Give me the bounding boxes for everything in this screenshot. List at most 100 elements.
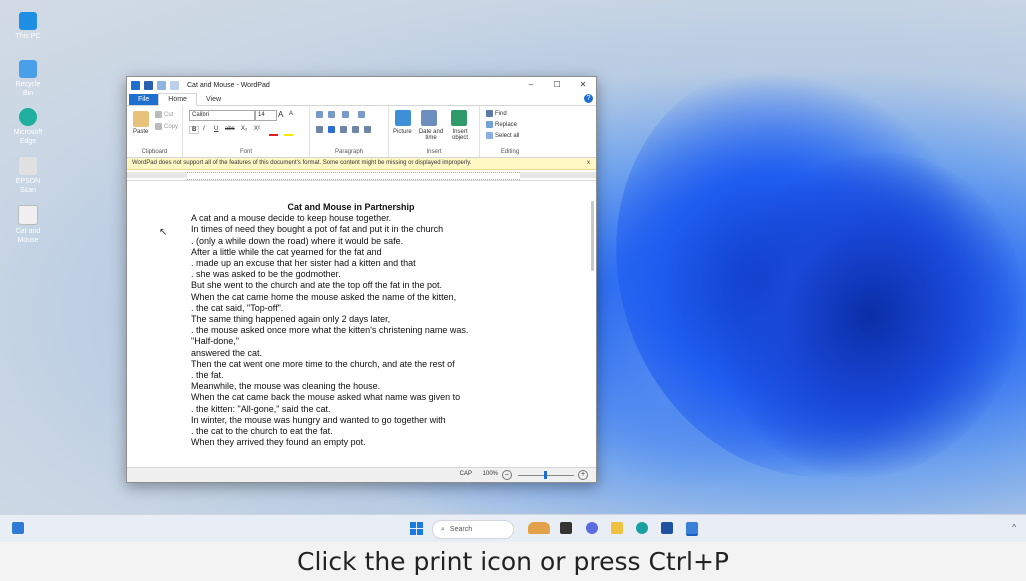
edge-icon[interactable]	[636, 522, 648, 534]
zoom-slider-thumb[interactable]	[544, 471, 547, 479]
title-bar[interactable]: Cat and Mouse - WordPad – ☐ ✕	[127, 77, 596, 93]
document-line: A cat and a mouse decide to keep house t…	[191, 213, 392, 224]
replace-button[interactable]: Replace	[486, 121, 517, 128]
document-body[interactable]: Cat and Mouse in Partnership A cat and a…	[191, 202, 511, 448]
font-size-select[interactable]: 14	[255, 110, 277, 121]
start-button[interactable]	[410, 522, 423, 535]
landscape-icon[interactable]	[528, 522, 550, 534]
chat-icon[interactable]	[586, 522, 598, 534]
ruler[interactable]	[127, 170, 596, 181]
align-right-icon[interactable]	[340, 126, 347, 133]
zoom-level: 100%	[482, 471, 498, 477]
desktop-icon-recycle-bin[interactable]: Recycle Bin	[10, 60, 46, 98]
shrink-font-button[interactable]: A	[289, 111, 293, 117]
document-line: . the kitten: "All-gone," said the cat.	[191, 403, 331, 414]
widgets-icon[interactable]	[12, 522, 24, 534]
highlight-icon[interactable]	[284, 125, 293, 136]
justify-icon[interactable]	[352, 126, 359, 133]
chevron-up-icon[interactable]: ^	[1012, 523, 1016, 532]
cut-button[interactable]: Cut	[155, 111, 173, 118]
document-line: But she went to the church and ate the t…	[191, 280, 443, 291]
desktop-icon-this-pc[interactable]: This PC	[10, 12, 46, 41]
picture-icon[interactable]	[395, 110, 411, 126]
align-center-icon[interactable]	[328, 126, 335, 133]
copy-button[interactable]: Copy	[155, 123, 178, 130]
tab-file[interactable]: File	[129, 94, 159, 105]
align-left-icon[interactable]	[316, 126, 323, 133]
date-time-button[interactable]: Date and time	[416, 129, 446, 141]
tab-view[interactable]: View	[197, 94, 230, 105]
calendar-icon[interactable]	[421, 110, 437, 126]
vertical-scrollbar[interactable]	[591, 201, 594, 271]
document-line: Meanwhile, the mouse was cleaning the ho…	[191, 381, 381, 392]
paste-button[interactable]: Paste	[133, 129, 148, 135]
paste-icon[interactable]	[133, 111, 149, 127]
store-icon[interactable]	[661, 522, 673, 534]
caps-lock-indicator: CAP	[459, 471, 472, 477]
file-explorer-icon[interactable]	[611, 522, 623, 534]
wordpad-taskbar-icon[interactable]	[686, 522, 698, 536]
document-line: . the cat to the church to eat the fat.	[191, 426, 333, 437]
line-spacing-icon[interactable]	[358, 111, 365, 118]
warning-message: WordPad does not support all of the feat…	[132, 160, 472, 166]
select-all-button[interactable]: Select all	[486, 132, 519, 139]
help-icon[interactable]: ?	[584, 94, 593, 103]
italic-button[interactable]: I	[203, 126, 205, 132]
text-color-icon[interactable]	[269, 125, 278, 136]
increase-indent-icon[interactable]	[328, 111, 335, 118]
document-area[interactable]: ↖ Cat and Mouse in Partnership A cat and…	[127, 197, 596, 468]
maximize-button[interactable]: ☐	[544, 77, 570, 93]
edge-icon	[19, 108, 37, 126]
tab-home[interactable]: Home	[158, 93, 197, 106]
group-label: Paragraph	[334, 149, 364, 155]
search-icon: ⌕	[441, 526, 445, 533]
document-line: . the cat said, "Top-off".	[191, 302, 284, 313]
save-icon[interactable]	[144, 80, 153, 90]
picture-button[interactable]: Picture	[393, 129, 412, 135]
document-line: In winter, the mouse was hungry and want…	[191, 414, 446, 425]
document-line: In times of need they bought a pot of fa…	[191, 224, 444, 235]
paragraph-icon[interactable]	[364, 126, 371, 133]
subscript-button[interactable]: X₂	[241, 126, 247, 132]
document-line: . the fat.	[191, 370, 224, 381]
redo-icon[interactable]	[170, 80, 179, 90]
wordpad-app-icon	[131, 80, 140, 90]
underline-button[interactable]: U	[214, 126, 218, 132]
minimize-button[interactable]: –	[518, 77, 544, 93]
mouse-cursor-icon: ↖	[159, 227, 168, 238]
decrease-indent-icon[interactable]	[316, 111, 323, 118]
desktop-icon-epson-scan[interactable]: EPSON Scan	[10, 157, 46, 195]
ruler-margin	[127, 172, 187, 178]
search-placeholder: Search	[449, 526, 473, 533]
find-button[interactable]: Find	[486, 110, 507, 117]
document-line: answered the cat.	[191, 347, 263, 358]
group-label: Font	[239, 149, 252, 155]
zoom-out-button[interactable]: –	[502, 470, 512, 480]
desktop-icon-edge[interactable]: Microsoft Edge	[10, 108, 46, 146]
superscript-button[interactable]: X²	[254, 126, 260, 132]
close-button[interactable]: ✕	[570, 77, 596, 93]
desktop-icon-cat-and-mouse[interactable]: Cat and Mouse	[10, 205, 46, 245]
insert-object-button[interactable]: Insert object	[447, 129, 473, 141]
list-icon[interactable]	[342, 111, 349, 118]
dismiss-warning-button[interactable]: x	[587, 158, 590, 169]
document-line: . the mouse asked once more what the kit…	[191, 325, 469, 336]
zoom-in-button[interactable]: +	[578, 470, 588, 480]
group-label: Clipboard	[141, 149, 168, 155]
document-line: . (only a while down the road) where it …	[191, 235, 404, 246]
document-line: When the cat came back the mouse asked w…	[191, 392, 461, 403]
insert-object-icon[interactable]	[451, 110, 467, 126]
grow-font-button[interactable]: A	[278, 110, 283, 119]
taskbar: ⌕ Search ^	[0, 514, 1026, 542]
bold-button[interactable]: B	[189, 126, 200, 134]
document-lines: A cat and a mouse decide to keep house t…	[191, 213, 511, 448]
task-view-icon[interactable]	[560, 522, 572, 534]
font-family-select[interactable]: Calibri	[189, 110, 255, 121]
taskbar-search[interactable]: ⌕ Search	[432, 520, 514, 539]
clipboard-group: Paste Cut Copy Clipboard	[127, 106, 183, 157]
strikethrough-button[interactable]: abc	[225, 126, 235, 132]
binoculars-icon	[486, 110, 493, 117]
status-bar: CAP 100% – +	[127, 467, 596, 482]
undo-icon[interactable]	[157, 80, 166, 90]
ribbon-tabs: File Home View ?	[127, 93, 596, 106]
